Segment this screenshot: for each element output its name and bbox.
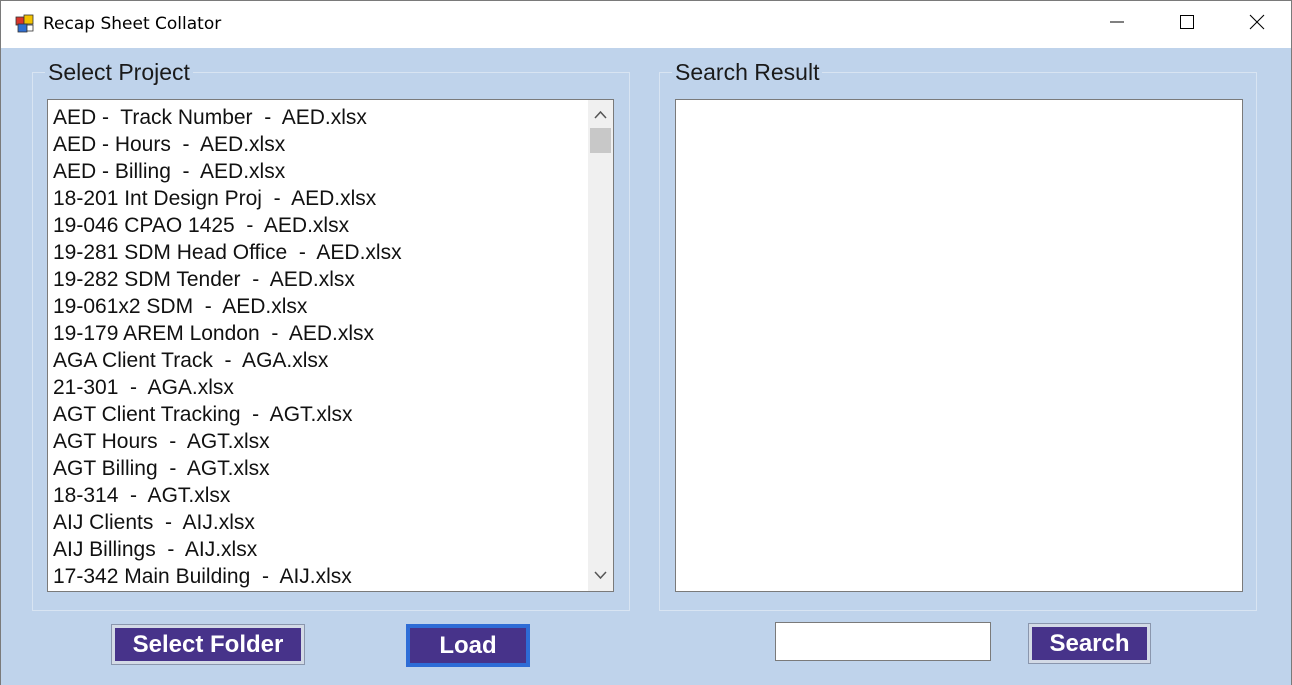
scroll-up-icon[interactable] — [594, 106, 607, 124]
app-icon — [15, 14, 35, 34]
minimize-icon — [1109, 14, 1125, 35]
select-project-label: Select Project — [45, 59, 193, 86]
search-input[interactable] — [775, 622, 991, 661]
list-item[interactable]: 19-061x2 SDM - AED.xlsx — [53, 293, 587, 320]
list-item[interactable]: 18-201 Int Design Proj - AED.xlsx — [53, 185, 587, 212]
list-item[interactable]: AED - Hours - AED.xlsx — [53, 131, 587, 158]
list-item[interactable]: 19-282 SDM Tender - AED.xlsx — [53, 266, 587, 293]
close-button[interactable] — [1222, 1, 1292, 48]
search-result-listbox[interactable] — [675, 99, 1243, 592]
list-item[interactable]: AGA Client Track - AGA.xlsx — [53, 347, 587, 374]
app-window: Recap Sheet Collator Select Project AED … — [0, 0, 1292, 685]
list-item[interactable]: AED - Track Number - AED.xlsx — [53, 104, 587, 131]
window-title: Recap Sheet Collator — [43, 14, 222, 34]
vertical-scrollbar[interactable] — [588, 100, 613, 591]
list-item[interactable]: AIJ Billings - AIJ.xlsx — [53, 536, 587, 563]
maximize-icon — [1179, 14, 1195, 35]
minimize-button[interactable] — [1082, 1, 1152, 48]
list-item[interactable]: 21-301 - AGA.xlsx — [53, 374, 587, 401]
list-item[interactable]: 19-281 SDM Head Office - AED.xlsx — [53, 239, 587, 266]
maximize-button[interactable] — [1152, 1, 1222, 48]
list-item[interactable]: AGT Client Tracking - AGT.xlsx — [53, 401, 587, 428]
list-item[interactable]: 19-046 CPAO 1425 - AED.xlsx — [53, 212, 587, 239]
close-icon — [1249, 14, 1265, 35]
list-item[interactable]: 18-314 - AGT.xlsx — [53, 482, 587, 509]
title-bar[interactable]: Recap Sheet Collator — [1, 1, 1291, 48]
load-button[interactable]: Load — [406, 624, 530, 667]
list-item[interactable]: AGT Billing - AGT.xlsx — [53, 455, 587, 482]
scroll-thumb[interactable] — [590, 128, 611, 153]
scroll-down-icon[interactable] — [594, 567, 607, 585]
list-item[interactable]: AIJ Clients - AIJ.xlsx — [53, 509, 587, 536]
select-folder-button[interactable]: Select Folder — [111, 624, 305, 665]
list-item[interactable]: AED - Billing - AED.xlsx — [53, 158, 587, 185]
list-item[interactable]: AGT Hours - AGT.xlsx — [53, 428, 587, 455]
project-listbox[interactable]: AED - Track Number - AED.xlsx AED - Hours… — [47, 99, 614, 592]
project-list: AED - Track Number - AED.xlsx AED - Hours… — [53, 104, 587, 590]
list-item[interactable]: 17-342 Main Building - AIJ.xlsx — [53, 563, 587, 590]
search-result-label: Search Result — [672, 59, 823, 86]
list-item[interactable]: 19-179 AREM London - AED.xlsx — [53, 320, 587, 347]
search-button[interactable]: Search — [1028, 623, 1151, 664]
